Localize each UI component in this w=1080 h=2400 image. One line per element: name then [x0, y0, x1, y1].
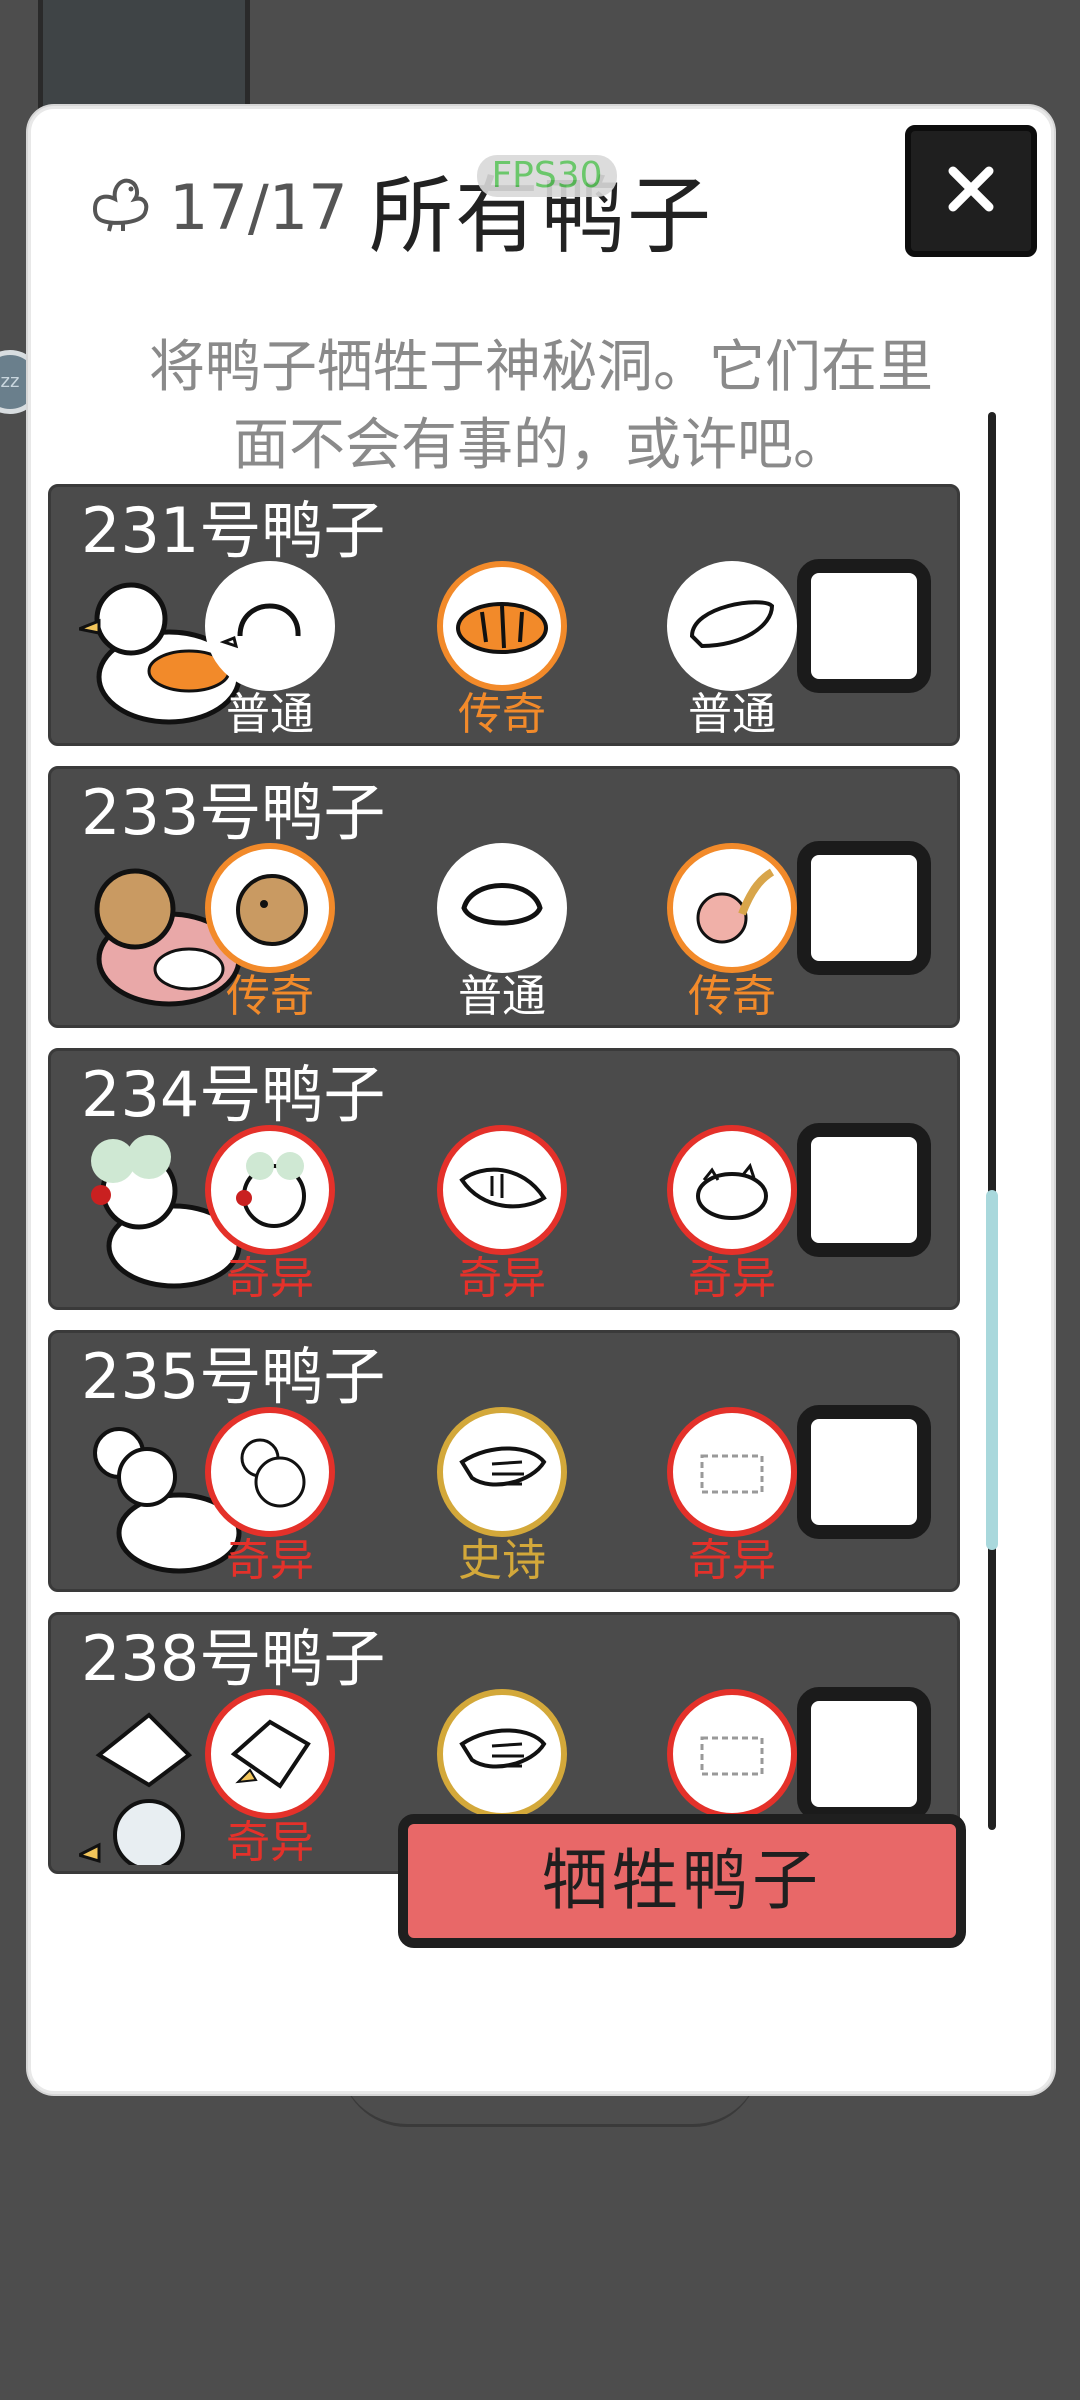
- tail-rarity: 传奇: [688, 971, 776, 1022]
- fps-indicator: FPS30: [477, 155, 617, 197]
- close-button[interactable]: [905, 125, 1037, 257]
- sacrifice-button[interactable]: 牺牲鸭子: [398, 1814, 966, 1948]
- duck-name: 233号鸭子: [81, 776, 386, 849]
- duck-name: 231号鸭子: [81, 494, 386, 567]
- duck-row[interactable]: 234号鸭子 奇异 奇异 奇异: [48, 1048, 960, 1310]
- duck-row[interactable]: 233号鸭子 传奇 普通 传奇: [48, 766, 960, 1028]
- body-slot[interactable]: [437, 843, 567, 973]
- head-rarity: 普通: [226, 689, 314, 740]
- head-slot[interactable]: [205, 1407, 335, 1537]
- tail-slot[interactable]: [667, 843, 797, 973]
- scrollbar-thumb[interactable]: [986, 1190, 998, 1550]
- body-rarity: 史诗: [458, 1535, 546, 1586]
- head-slot[interactable]: [205, 1125, 335, 1255]
- select-checkbox[interactable]: [797, 1405, 931, 1539]
- select-checkbox[interactable]: [797, 841, 931, 975]
- head-rarity: 奇异: [226, 1535, 314, 1586]
- duck-name: 238号鸭子: [81, 1622, 386, 1695]
- select-checkbox[interactable]: [797, 1123, 931, 1257]
- body-slot[interactable]: [437, 1407, 567, 1537]
- duck-row[interactable]: 235号鸭子 奇异 史诗 奇异: [48, 1330, 960, 1592]
- select-checkbox[interactable]: [797, 559, 931, 693]
- head-slot[interactable]: [205, 843, 335, 973]
- scrollbar-track[interactable]: [988, 412, 996, 1830]
- tail-slot[interactable]: [667, 561, 797, 691]
- head-rarity: 奇异: [226, 1817, 314, 1868]
- head-rarity: 传奇: [226, 971, 314, 1022]
- tail-rarity: 普通: [688, 689, 776, 740]
- tail-rarity: 奇异: [688, 1253, 776, 1304]
- tail-slot[interactable]: [667, 1407, 797, 1537]
- tail-slot[interactable]: [667, 1689, 797, 1819]
- body-slot[interactable]: [437, 561, 567, 691]
- body-slot[interactable]: [437, 1125, 567, 1255]
- head-slot[interactable]: [205, 1689, 335, 1819]
- duck-name: 235号鸭子: [81, 1340, 386, 1413]
- select-checkbox[interactable]: [797, 1687, 931, 1821]
- body-rarity: 普通: [458, 971, 546, 1022]
- head-slot[interactable]: [205, 561, 335, 691]
- duck-list: 231号鸭子 普通 传奇 普通 233号鸭子 传奇 普通 传奇 234号鸭子 奇…: [48, 378, 960, 1880]
- close-icon: [941, 159, 1001, 223]
- body-rarity: 奇异: [458, 1253, 546, 1304]
- duck-name: 234号鸭子: [81, 1058, 386, 1131]
- body-slot[interactable]: [437, 1689, 567, 1819]
- body-rarity: 传奇: [458, 689, 546, 740]
- tail-rarity: 奇异: [688, 1535, 776, 1586]
- tail-slot[interactable]: [667, 1125, 797, 1255]
- duck-row[interactable]: 231号鸭子 普通 传奇 普通: [48, 484, 960, 746]
- head-rarity: 奇异: [226, 1253, 314, 1304]
